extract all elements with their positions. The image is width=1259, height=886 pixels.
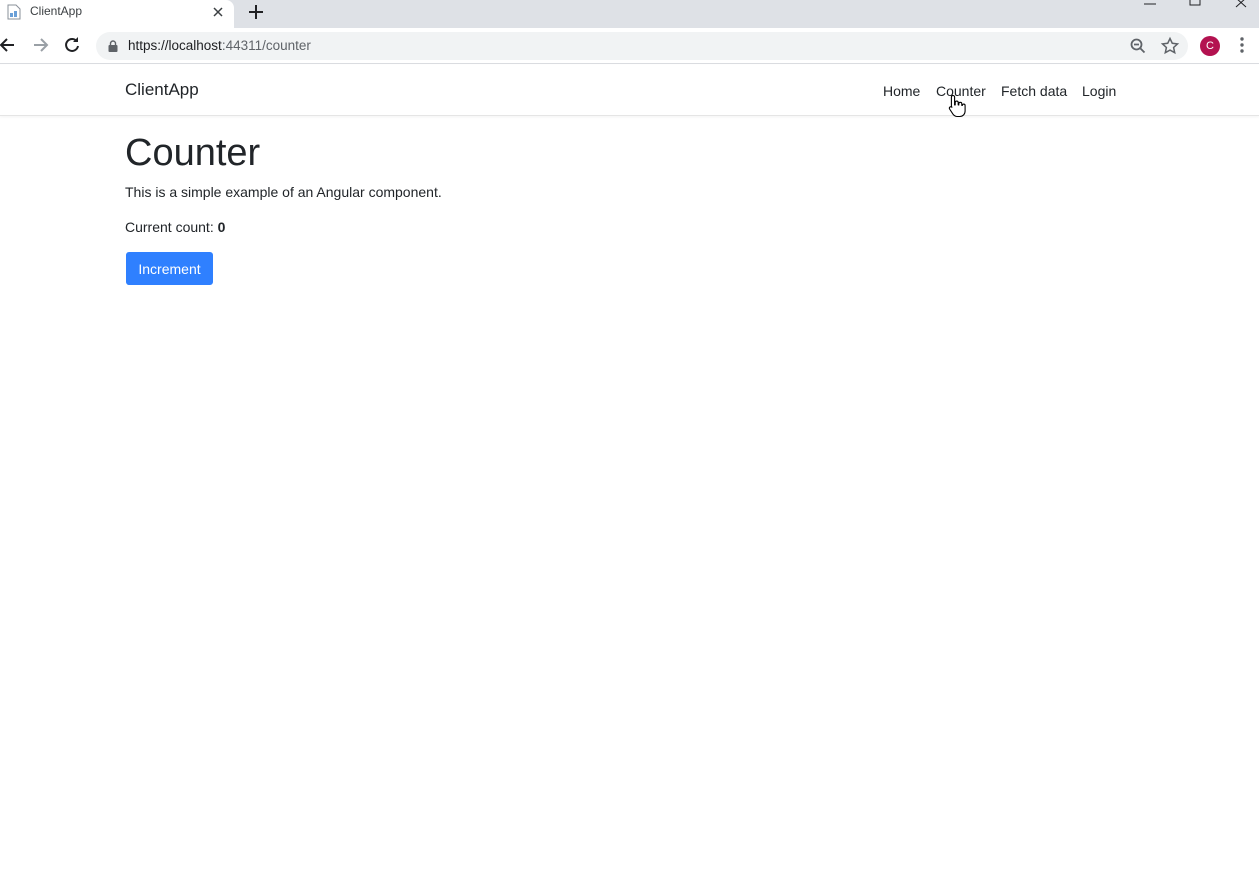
nav-home[interactable]: Home — [883, 83, 920, 99]
count-value: 0 — [217, 219, 226, 235]
profile-avatar[interactable]: C — [1200, 36, 1220, 56]
address-bar[interactable]: https://localhost:44311/counter — [96, 32, 1188, 60]
nav-fetch-data[interactable]: Fetch data — [1001, 83, 1067, 99]
url-text[interactable]: https://localhost:44311/counter — [128, 38, 311, 53]
current-count: Current count: 0 — [125, 219, 225, 235]
browser-tab[interactable]: ClientApp — [0, 0, 234, 28]
close-window-icon[interactable] — [1233, 0, 1249, 10]
page-description: This is a simple example of an Angular c… — [125, 184, 442, 200]
browser-menu-icon[interactable] — [1234, 35, 1250, 55]
tab-title: ClientApp — [30, 4, 83, 18]
page-icon — [7, 4, 21, 20]
maximize-icon[interactable] — [1187, 0, 1203, 10]
minimize-icon[interactable] — [1142, 0, 1158, 10]
reload-icon[interactable] — [62, 35, 82, 55]
brand-link[interactable]: ClientApp — [125, 80, 199, 100]
page-title: Counter — [125, 132, 261, 174]
nav-counter[interactable]: Counter — [936, 83, 986, 99]
browser-toolbar: https://localhost:44311/counter C — [0, 28, 1259, 64]
close-tab-icon[interactable] — [209, 3, 227, 21]
back-icon[interactable] — [0, 35, 18, 55]
zoom-icon[interactable] — [1128, 36, 1148, 56]
forward-icon[interactable] — [30, 35, 50, 55]
count-label: Current count: — [125, 219, 214, 235]
nav-login[interactable]: Login — [1082, 83, 1116, 99]
new-tab-icon[interactable] — [246, 2, 266, 22]
browser-tab-strip: ClientApp — [0, 0, 1259, 28]
lock-icon[interactable] — [108, 40, 118, 52]
app-navbar: ClientApp Home Counter Fetch data Login — [0, 65, 1259, 116]
increment-button[interactable]: Increment — [126, 252, 213, 285]
bookmark-star-icon[interactable] — [1160, 36, 1180, 56]
